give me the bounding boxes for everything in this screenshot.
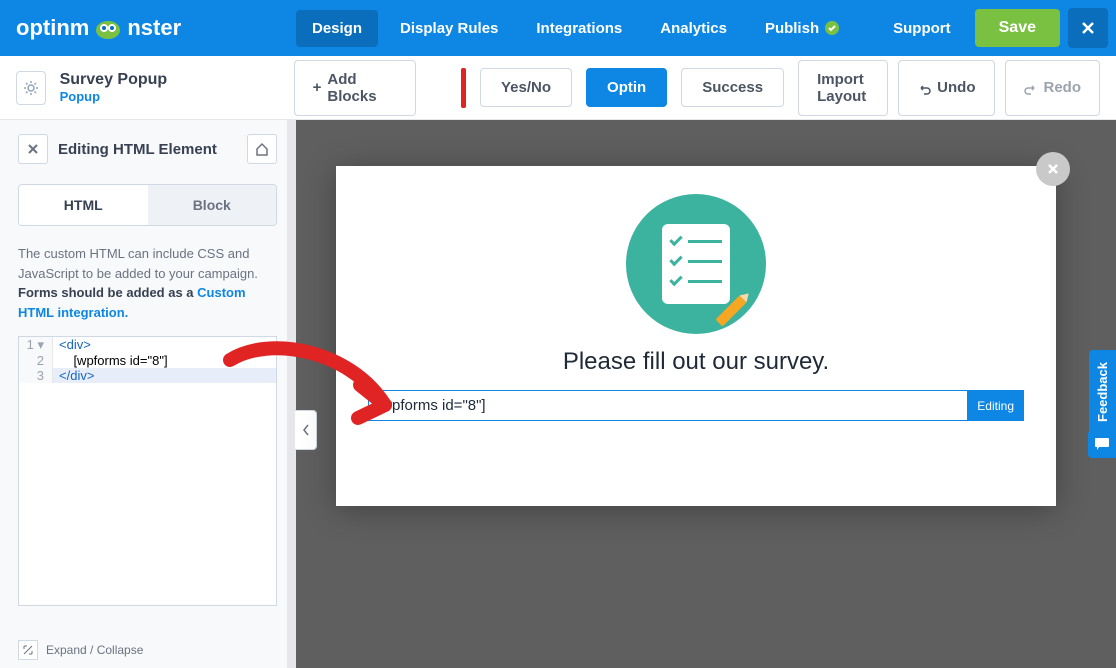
step-optin[interactable]: Optin bbox=[586, 68, 667, 107]
help-pre: The custom HTML can include CSS and Java… bbox=[18, 246, 258, 281]
step-yesno[interactable]: Yes/No bbox=[480, 68, 572, 107]
campaign-meta: Survey Popup Popup bbox=[60, 71, 280, 104]
toolbar-right: Import Layout Undo Redo bbox=[798, 60, 1100, 116]
redo-label: Redo bbox=[1044, 79, 1082, 96]
gear-icon bbox=[22, 79, 40, 97]
line-number: 1 ▾ bbox=[19, 337, 53, 353]
code-content: [wpforms id="8"] bbox=[53, 353, 168, 368]
expand-collapse-toggle[interactable]: Expand / Collapse bbox=[18, 640, 143, 660]
plus-icon: + bbox=[313, 79, 322, 96]
add-blocks-button[interactable]: + Add Blocks bbox=[294, 60, 416, 116]
close-icon bbox=[1081, 21, 1095, 35]
editing-badge: Editing bbox=[967, 390, 1024, 421]
step-indicator-marker bbox=[461, 68, 466, 108]
home-icon bbox=[255, 142, 269, 156]
campaign-type-icon bbox=[16, 71, 46, 105]
popup-preview[interactable]: Please fill out our survey. [wpforms id=… bbox=[336, 166, 1056, 506]
feedback-tab[interactable]: Feedback bbox=[1089, 350, 1116, 434]
line-number: 3 bbox=[19, 368, 53, 383]
line-number: 2 bbox=[19, 353, 53, 368]
sidebar-close-button[interactable] bbox=[18, 134, 48, 164]
expand-label: Expand / Collapse bbox=[46, 643, 143, 657]
save-button[interactable]: Save bbox=[975, 9, 1060, 47]
nav-display-rules[interactable]: Display Rules bbox=[384, 10, 514, 47]
nav-publish[interactable]: Publish bbox=[749, 10, 855, 47]
campaign-type[interactable]: Popup bbox=[60, 89, 280, 104]
sidebar-title: Editing HTML Element bbox=[58, 141, 237, 158]
tab-html[interactable]: HTML bbox=[19, 185, 148, 225]
step-success[interactable]: Success bbox=[681, 68, 784, 107]
sub-toolbar: Survey Popup Popup + Add Blocks Yes/No O… bbox=[0, 56, 1116, 120]
help-bold: Forms should be added as a bbox=[18, 285, 197, 300]
shortcode-text: [wpforms id="8"] bbox=[377, 397, 486, 414]
chat-icon bbox=[1094, 437, 1110, 451]
check-circle-icon bbox=[825, 21, 839, 35]
redo-icon bbox=[1024, 81, 1038, 95]
sidebar-header: Editing HTML Element bbox=[18, 134, 277, 164]
popup-title[interactable]: Please fill out our survey. bbox=[563, 348, 829, 376]
monster-icon bbox=[93, 16, 123, 40]
redo-button[interactable]: Redo bbox=[1005, 60, 1101, 116]
nav-right: Support Save bbox=[877, 8, 1108, 48]
workspace: Editing HTML Element HTML Block The cust… bbox=[0, 120, 1116, 668]
undo-label: Undo bbox=[937, 79, 975, 96]
popup-close-button[interactable] bbox=[1036, 152, 1070, 186]
sidebar-home-button[interactable] bbox=[247, 134, 277, 164]
nav-design[interactable]: Design bbox=[296, 10, 378, 47]
nav-publish-label: Publish bbox=[765, 20, 819, 37]
sidebar-help-text: The custom HTML can include CSS and Java… bbox=[18, 244, 277, 322]
html-code-editor[interactable]: 1 ▾ <div> 2 [wpforms id="8"] 3 </div> bbox=[18, 336, 277, 606]
chevron-left-icon bbox=[302, 424, 310, 436]
sidebar-scrollbar[interactable] bbox=[287, 120, 295, 668]
nav-analytics[interactable]: Analytics bbox=[644, 10, 743, 47]
nav-tabs: Design Display Rules Integrations Analyt… bbox=[296, 10, 869, 47]
sidebar-panel: Editing HTML Element HTML Block The cust… bbox=[0, 120, 296, 668]
close-icon bbox=[1046, 162, 1060, 176]
close-icon bbox=[28, 144, 38, 154]
html-block-element[interactable]: [wpforms id="8"] Editing bbox=[368, 390, 1024, 421]
close-app-button[interactable] bbox=[1068, 8, 1108, 48]
top-nav: optinm nster Design Display Rules Integr… bbox=[0, 0, 1116, 56]
brand-logo: optinm nster bbox=[8, 15, 288, 41]
survey-badge-icon bbox=[626, 194, 766, 334]
sidebar-collapse-handle[interactable] bbox=[295, 410, 317, 450]
sidebar-tabs: HTML Block bbox=[18, 184, 277, 226]
import-layout-button[interactable]: Import Layout bbox=[798, 60, 888, 116]
expand-icon bbox=[18, 640, 38, 660]
campaign-title: Survey Popup bbox=[60, 71, 280, 89]
tab-block[interactable]: Block bbox=[148, 185, 277, 225]
undo-icon bbox=[917, 81, 931, 95]
add-blocks-label: Add Blocks bbox=[327, 71, 396, 105]
preview-canvas: Please fill out our survey. [wpforms id=… bbox=[296, 120, 1116, 668]
undo-button[interactable]: Undo bbox=[898, 60, 994, 116]
nav-integrations[interactable]: Integrations bbox=[520, 10, 638, 47]
nav-support[interactable]: Support bbox=[877, 10, 967, 47]
feedback-icon-button[interactable] bbox=[1088, 430, 1116, 458]
